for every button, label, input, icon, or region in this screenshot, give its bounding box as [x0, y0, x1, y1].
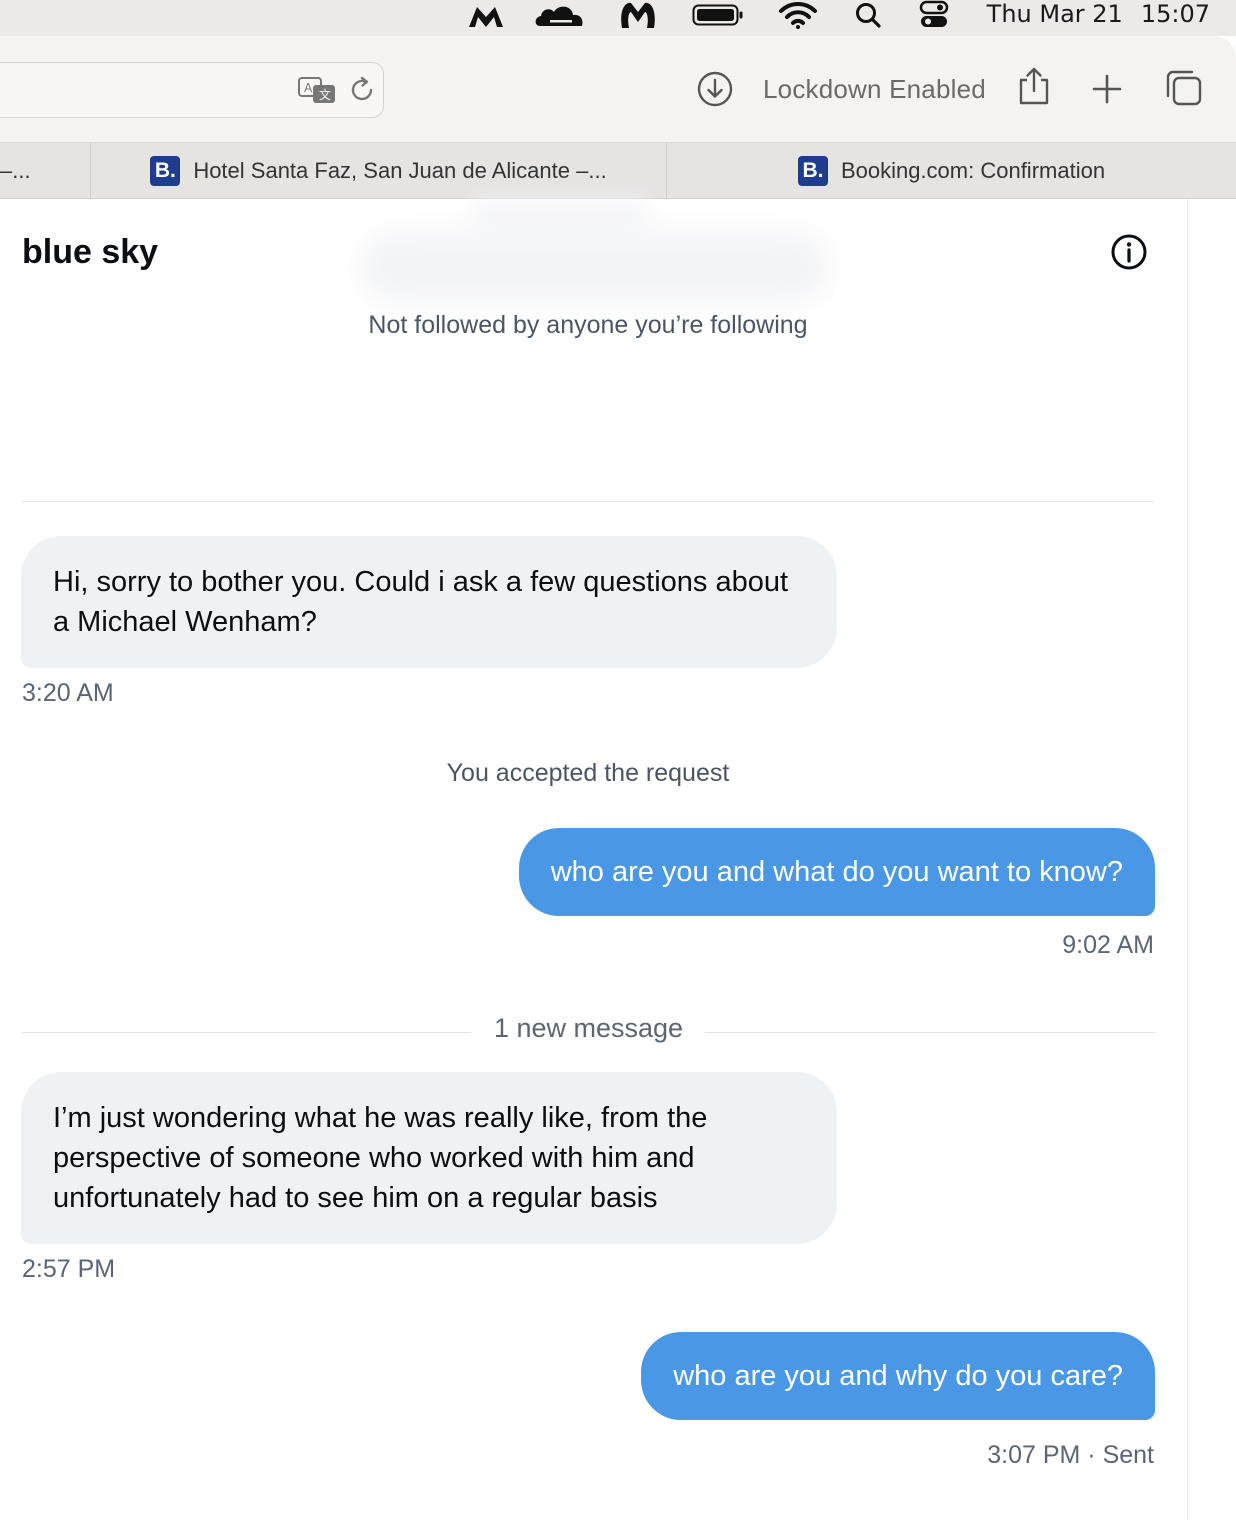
tab-previous[interactable]: –...: [0, 143, 90, 198]
lockdown-enabled-label: Lockdown Enabled: [763, 74, 986, 104]
blurred-profile-name: [360, 231, 830, 303]
tab-label: –...: [0, 157, 31, 183]
control-center-icon[interactable]: [916, 0, 952, 30]
tab-hotel-santa-faz[interactable]: B. Hotel Santa Faz, San Juan de Alicante…: [91, 143, 666, 198]
wifi-icon[interactable]: [778, 0, 818, 30]
translate-icon[interactable]: A文: [297, 75, 337, 110]
menu-bar-date: Thu Mar 21: [986, 0, 1123, 28]
new-messages-divider: 1 new message: [21, 1013, 1156, 1053]
booking-favicon-icon: B.: [150, 155, 181, 186]
new-messages-label: 1 new message: [493, 1013, 684, 1043]
menu-bar-time: 15:07: [1140, 0, 1210, 28]
svg-text:A: A: [304, 81, 313, 95]
message-timestamp-sent: 3:07 PM · Sent: [987, 1441, 1154, 1469]
request-accepted-note: You accepted the request: [446, 759, 730, 787]
reload-icon[interactable]: [347, 75, 377, 110]
header-divider: [22, 501, 1154, 502]
message-timestamp: 3:20 AM: [22, 679, 114, 707]
tab-booking-confirmation[interactable]: B. Booking.com: Confirmation: [667, 143, 1236, 198]
menu-bar-clock[interactable]: Thu Mar 21 15:07: [987, 0, 1210, 28]
tab-label: Hotel Santa Faz, San Juan de Alicante –.…: [193, 157, 607, 183]
incoming-message[interactable]: I’m just wondering what he was really li…: [21, 1072, 837, 1244]
incoming-message[interactable]: Hi, sorry to bother you. Could i ask a f…: [21, 536, 837, 668]
address-bar[interactable]: A文: [0, 62, 384, 118]
tab-label: Booking.com: Confirmation: [840, 157, 1106, 183]
tab-overview-icon[interactable]: [1164, 68, 1204, 108]
spotlight-search-icon[interactable]: [852, 0, 884, 30]
outgoing-message[interactable]: who are you and what do you want to know…: [518, 828, 1155, 916]
booking-favicon-icon: B.: [797, 155, 828, 186]
outgoing-message[interactable]: who are you and why do you care?: [641, 1332, 1155, 1420]
info-icon[interactable]: [1110, 233, 1148, 271]
svg-text:文: 文: [319, 87, 331, 102]
tab-bar: –... B. Hotel Santa Faz, San Juan de Ali…: [0, 143, 1236, 199]
macos-menu-bar: Thu Mar 21 15:07: [0, 0, 1236, 36]
cloudflare-icon[interactable]: [534, 0, 586, 30]
conversation-title: blue sky: [22, 233, 159, 271]
battery-icon[interactable]: [692, 0, 744, 30]
chat-page: blue sky Not followed by anyone you’re f…: [0, 199, 1236, 1520]
download-icon[interactable]: [696, 70, 734, 108]
message-timestamp: 2:57 PM: [22, 1255, 116, 1283]
malwarebytes-icon[interactable]: [618, 0, 658, 30]
share-icon[interactable]: [1016, 66, 1052, 106]
page-divider: [1187, 199, 1188, 1520]
wing-icon[interactable]: [466, 0, 506, 30]
new-tab-plus-icon[interactable]: [1090, 72, 1124, 106]
followed-by-note: Not followed by anyone you’re following: [368, 311, 808, 339]
message-timestamp: 9:02 AM: [1062, 931, 1154, 959]
blurred-avatar: [470, 201, 650, 229]
browser-toolbar: A文 Lockdown Enabled: [0, 36, 1236, 143]
screen: Thu Mar 21 15:07 A文 Lockdown Enabled –..…: [0, 0, 1236, 1520]
